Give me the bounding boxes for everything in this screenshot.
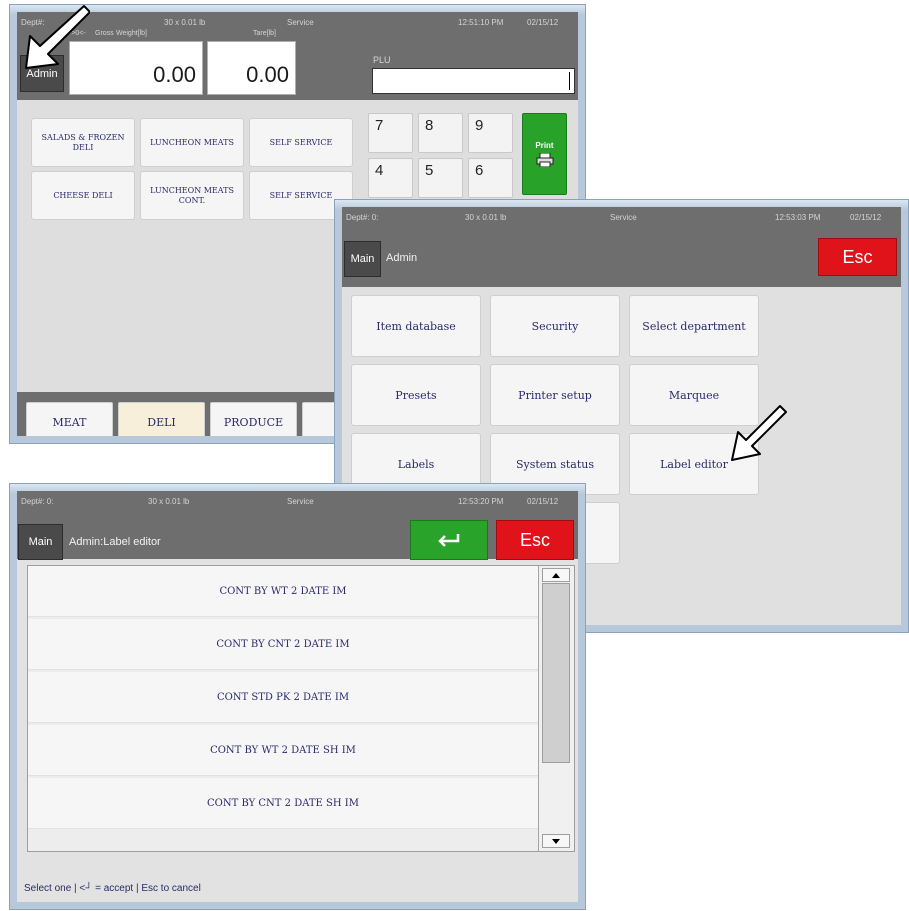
tile-security[interactable]: Security <box>490 295 620 357</box>
tab-meat[interactable]: MEAT <box>26 402 113 436</box>
department-luncheon-meats-cont[interactable]: LUNCHEON MEATS CONT. <box>140 171 244 220</box>
print-button[interactable]: Print <box>522 113 567 195</box>
tile-printer-setup[interactable]: Printer setup <box>490 364 620 426</box>
tile-select-department[interactable]: Select department <box>629 295 759 357</box>
main-button[interactable]: Main <box>18 524 63 560</box>
tare-value: 0.00 <box>246 62 289 87</box>
status-date: 02/15/12 <box>527 18 559 27</box>
arrow-to-label-editor-icon <box>731 405 787 461</box>
scroll-thumb[interactable] <box>542 583 570 763</box>
status-mode: Service <box>287 497 314 506</box>
status-time: 12:51:10 PM <box>458 18 504 27</box>
tile-item-database[interactable]: Item database <box>351 295 481 357</box>
status-mode: Service <box>287 18 314 27</box>
weight-label: Weight[lb] <box>116 30 147 37</box>
esc-button[interactable]: Esc <box>818 238 897 276</box>
list-item[interactable]: CONT STD PK 2 DATE IM <box>28 672 538 723</box>
plu-cursor <box>569 72 570 90</box>
key-9[interactable]: 9 <box>468 113 513 153</box>
list-item[interactable]: CONT BY WT 2 DATE SH IM <box>28 725 538 776</box>
tab-deli[interactable]: DELI <box>118 402 205 436</box>
printer-icon <box>536 153 553 167</box>
tare-label: Tare[lb] <box>253 30 276 37</box>
tare-display: 0.00 <box>207 41 296 95</box>
weight-value: 0.00 <box>153 62 196 87</box>
main-button[interactable]: Main <box>344 241 381 277</box>
enter-icon <box>438 534 460 547</box>
key-5[interactable]: 5 <box>418 158 463 198</box>
key-7[interactable]: 7 <box>368 113 413 153</box>
list-item[interactable]: CONT BY CNT 2 DATE SH IM <box>28 778 538 829</box>
page-title: Admin:Label editor <box>69 536 161 548</box>
esc-button[interactable]: Esc <box>496 520 574 560</box>
key-6[interactable]: 6 <box>468 158 513 198</box>
tab-produce[interactable]: PRODUCE <box>210 402 297 436</box>
key-4[interactable]: 4 <box>368 158 413 198</box>
hint-text: Select one | <┘ = accept | Esc to cancel <box>24 883 201 894</box>
scrollbar[interactable] <box>538 566 574 851</box>
department-self-service[interactable]: SELF SERVICE <box>249 118 353 167</box>
accept-button[interactable] <box>410 520 488 560</box>
label-editor-screen: Dept#: 0: 30 x 0.01 lb Service 12:53:20 … <box>17 491 578 902</box>
status-dept: Dept#: 0: <box>21 497 54 506</box>
status-mode: Service <box>610 213 637 222</box>
plu-label: PLU <box>373 55 391 65</box>
status-unit: 30 x 0.01 lb <box>148 497 190 506</box>
label-editor-window: Dept#: 0: 30 x 0.01 lb Service 12:53:20 … <box>9 483 586 910</box>
status-time: 12:53:20 PM <box>458 497 504 506</box>
list-item[interactable]: CONT BY WT 2 DATE IM <box>28 566 538 617</box>
plu-input[interactable] <box>372 68 575 94</box>
scroll-down-button[interactable] <box>542 834 570 848</box>
list-item[interactable]: CONT BY CNT 2 DATE IM <box>28 619 538 670</box>
page-title: Admin <box>386 252 418 264</box>
status-bar: Dept#: 0: 30 x 0.01 lb Service 12:53:20 … <box>17 491 578 559</box>
key-8[interactable]: 8 <box>418 113 463 153</box>
department-luncheon-meats[interactable]: LUNCHEON MEATS <box>140 118 244 167</box>
gross-label: Gross <box>95 30 114 37</box>
status-unit: 30 x 0.01 lb <box>465 213 507 222</box>
status-date: 02/15/12 <box>850 213 882 222</box>
arrow-to-admin-icon <box>25 5 90 69</box>
tile-presets[interactable]: Presets <box>351 364 481 426</box>
status-time: 12:53:03 PM <box>775 213 821 222</box>
status-dept: Dept#: 0: <box>346 213 379 222</box>
status-unit: 30 x 0.01 lb <box>164 18 206 27</box>
print-label: Print <box>535 141 554 150</box>
department-salads-frozen-deli[interactable]: SALADS & FROZEN DELI <box>31 118 135 167</box>
status-date: 02/15/12 <box>527 497 559 506</box>
scroll-up-button[interactable] <box>542 568 570 582</box>
label-list: CONT BY WT 2 DATE IM CONT BY CNT 2 DATE … <box>27 565 575 852</box>
arrow-down-icon <box>552 838 560 844</box>
arrow-up-icon <box>552 572 560 578</box>
department-cheese-deli[interactable]: CHEESE DELI <box>31 171 135 220</box>
